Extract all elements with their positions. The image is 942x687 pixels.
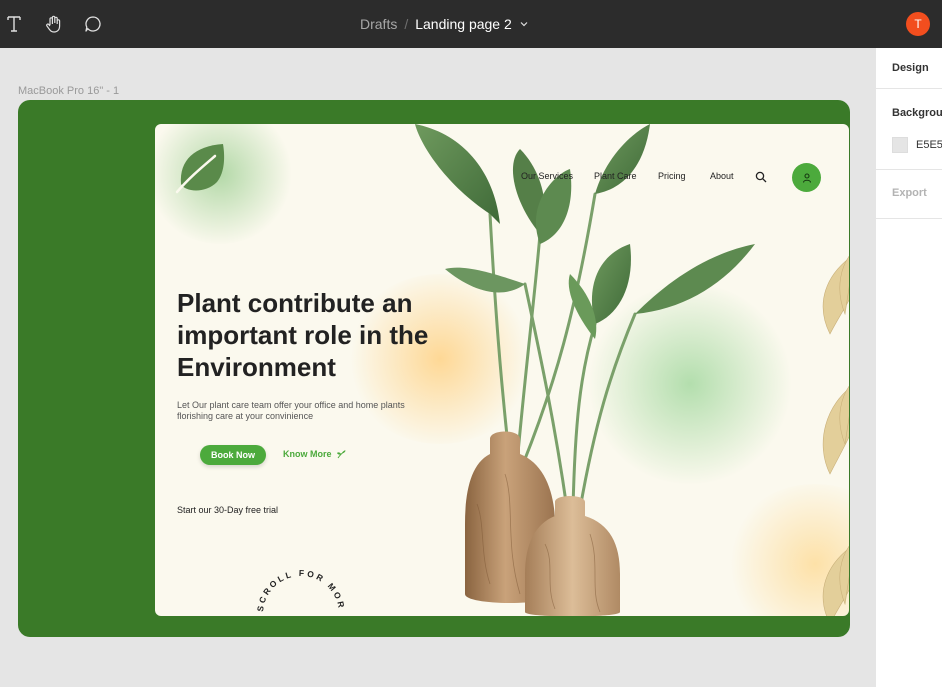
avatar[interactable]: T: [906, 12, 930, 36]
breadcrumb-separator: /: [404, 16, 409, 32]
properties-panel: Design Backgrou E5E5 Export: [876, 48, 942, 687]
tab-design[interactable]: Design: [892, 62, 929, 74]
plant-vase-image: [415, 124, 755, 616]
hero-subtext: Let Our plant care team offer your offic…: [177, 400, 405, 421]
file-name[interactable]: Landing page 2: [415, 16, 512, 32]
user-account-button[interactable]: [792, 163, 821, 192]
know-more-link[interactable]: Know More: [283, 449, 346, 459]
frame-label[interactable]: MacBook Pro 16" - 1: [18, 85, 119, 97]
panel-divider: [876, 169, 942, 170]
know-more-label: Know More: [283, 449, 332, 459]
breadcrumb: Drafts / Landing page 2: [360, 15, 528, 33]
sprout-icon: [336, 450, 345, 459]
chevron-down-icon[interactable]: [520, 21, 528, 27]
background-section-title: Backgrou: [892, 107, 942, 119]
hand-tool-icon[interactable]: [42, 12, 66, 36]
book-now-button[interactable]: Book Now: [200, 445, 266, 465]
nav-item-about[interactable]: About: [710, 171, 734, 181]
scroll-for-more-badge[interactable]: SCROLL FOR MORE INFO: [245, 538, 355, 616]
pampas-grass-image: [822, 255, 849, 616]
breadcrumb-drafts[interactable]: Drafts: [360, 16, 397, 32]
user-icon: [802, 172, 811, 183]
text-tool-icon[interactable]: [2, 12, 26, 36]
svg-text:SCROLL FOR MORE INFO: SCROLL FOR MORE INFO: [245, 538, 347, 612]
background-color-swatch[interactable]: [892, 137, 908, 153]
panel-divider: [876, 218, 942, 219]
search-icon[interactable]: [755, 171, 767, 183]
artboard-frame[interactable]: Our Services Plant Care Pricing About Pl…: [18, 100, 850, 637]
top-toolbar: Drafts / Landing page 2 T: [0, 0, 942, 48]
background-hex-value[interactable]: E5E5: [916, 139, 942, 151]
nav-item-our-services[interactable]: Our Services: [521, 171, 573, 181]
comment-icon[interactable]: [81, 12, 105, 36]
panel-divider: [876, 88, 942, 89]
landing-page: Our Services Plant Care Pricing About Pl…: [155, 124, 849, 616]
leaf-logo-icon[interactable]: [175, 142, 227, 194]
scroll-text: SCROLL FOR MORE INFO: [245, 538, 344, 612]
nav-item-plant-care[interactable]: Plant Care: [594, 171, 637, 181]
free-trial-text: Start our 30-Day free trial: [177, 505, 279, 515]
nav-item-pricing[interactable]: Pricing: [658, 171, 686, 181]
hero-headline: Plant contribute an important role in th…: [177, 288, 429, 382]
export-section-title[interactable]: Export: [892, 187, 927, 199]
